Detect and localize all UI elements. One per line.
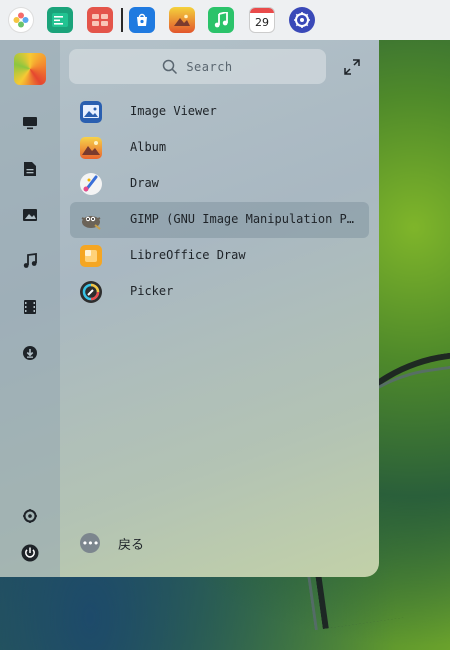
power-icon[interactable]	[18, 541, 42, 565]
album-icon	[80, 137, 102, 159]
app-item-image-viewer[interactable]: Image Viewer	[70, 94, 369, 130]
pictures-icon[interactable]	[18, 203, 42, 227]
music-dock-icon[interactable]	[208, 7, 234, 33]
multitask-dock-icon[interactable]	[87, 7, 113, 33]
app-item-picker[interactable]: Picker	[70, 274, 369, 310]
app-label: Album	[130, 140, 167, 154]
picker-icon	[80, 281, 102, 303]
terminal-dock-icon[interactable]	[47, 7, 73, 33]
documents-icon[interactable]	[18, 157, 42, 181]
search-placeholder: Search	[186, 59, 233, 74]
back-button[interactable]: ••• 戻る	[80, 533, 144, 553]
gimp-icon	[80, 209, 102, 231]
draw-icon	[80, 173, 102, 195]
videos-icon[interactable]	[18, 295, 42, 319]
launcher-dock-icon[interactable]	[8, 7, 34, 33]
app-label: Picker	[130, 284, 174, 298]
settings-icon[interactable]	[18, 504, 42, 528]
search-input[interactable]: Search	[69, 49, 326, 84]
music-icon[interactable]	[18, 249, 42, 273]
expand-fullscreen-icon[interactable]	[342, 57, 362, 77]
calendar-dock-icon[interactable]: 29	[249, 7, 275, 33]
computer-icon[interactable]	[18, 111, 42, 135]
app-store-dock-icon[interactable]	[129, 7, 155, 33]
user-avatar[interactable]	[14, 53, 46, 85]
app-list: Image Viewer Album Draw GIMP (GNU Image …	[70, 94, 369, 310]
libreoffice-draw-icon	[80, 245, 102, 267]
downloads-icon[interactable]	[18, 341, 42, 365]
app-label: Image Viewer	[130, 104, 217, 118]
album-dock-icon[interactable]	[169, 7, 195, 33]
app-item-libreoffice-draw[interactable]: LibreOffice Draw	[70, 238, 369, 274]
more-dots-icon: •••	[80, 533, 100, 553]
back-label: 戻る	[118, 537, 145, 553]
dock: 29	[0, 0, 450, 40]
settings-dock-icon[interactable]	[289, 7, 315, 33]
calendar-header	[250, 8, 274, 13]
launcher-sidebar	[0, 40, 60, 577]
calendar-day: 29	[255, 15, 269, 29]
app-item-gimp[interactable]: GIMP (GNU Image Manipulation Pr…	[70, 202, 369, 238]
launcher-panel: Search Image Viewer Album Draw GIMP (GNU…	[0, 40, 379, 577]
app-item-draw[interactable]: Draw	[70, 166, 369, 202]
app-label: Draw	[130, 176, 159, 190]
app-label: GIMP (GNU Image Manipulation Pr…	[130, 212, 355, 226]
image-viewer-icon	[80, 101, 102, 123]
app-label: LibreOffice Draw	[130, 248, 246, 262]
search-icon	[163, 59, 178, 74]
dock-separator	[121, 8, 123, 32]
app-item-album[interactable]: Album	[70, 130, 369, 166]
